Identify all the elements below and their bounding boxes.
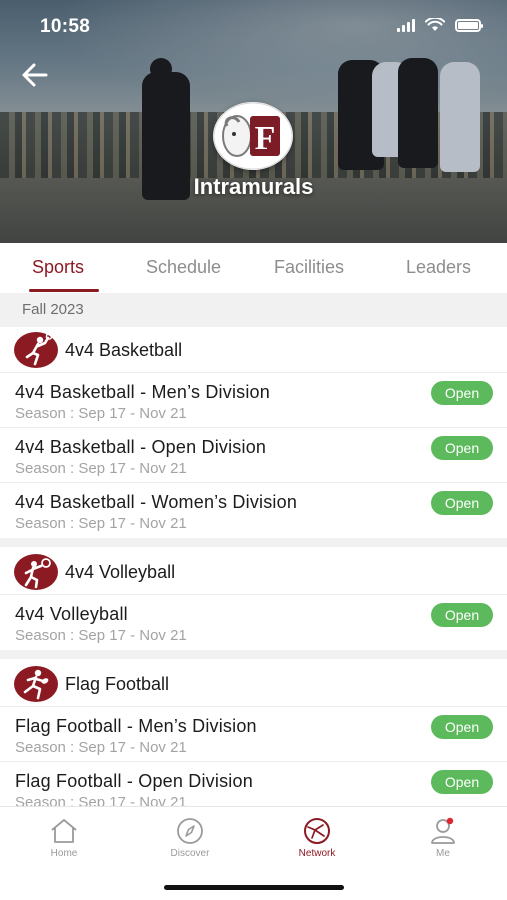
sport-name: Flag Football: [65, 674, 170, 694]
nav-network[interactable]: Network: [267, 817, 367, 859]
season-label: Fall 2023: [22, 301, 84, 318]
status-badge: Open: [431, 381, 493, 405]
league-row[interactable]: 4v4 Basketball - Men’s Division Season :…: [0, 373, 507, 428]
home-icon: [51, 819, 77, 843]
section-divider: [0, 538, 507, 547]
league-row[interactable]: 4v4 Basketball - Open Division Season : …: [0, 428, 507, 483]
basketball-icon: [14, 332, 58, 368]
volleyball-icon: [14, 554, 58, 590]
battery-icon: [455, 18, 483, 32]
league-season: Season : Sep 17 - Nov 21: [15, 515, 187, 532]
nav-label: Discover: [170, 848, 210, 859]
sport-header[interactable]: Flag Football: [0, 661, 507, 707]
league-row[interactable]: Flag Football - Men’s Division Season : …: [0, 707, 507, 762]
active-tab-indicator: [29, 289, 99, 292]
school-logo: F: [213, 102, 293, 170]
status-time: 10:58: [40, 16, 91, 37]
league-title: 4v4 Basketball - Women’s Division: [15, 492, 298, 512]
league-row[interactable]: 4v4 Basketball - Women’s Division Season…: [0, 483, 507, 538]
status-icons: [397, 18, 483, 32]
home-indicator: [164, 885, 344, 890]
signal-icon: [397, 18, 415, 32]
league-season: Season : Sep 17 - Nov 21: [15, 460, 187, 477]
tab-sports[interactable]: Sports: [32, 257, 84, 278]
nav-label: Network: [298, 848, 336, 859]
notification-badge: [446, 817, 454, 825]
sport-name: 4v4 Volleyball: [65, 562, 176, 582]
ram-logo-icon: F: [213, 102, 293, 170]
league-season: Season : Sep 17 - Nov 21: [15, 627, 187, 644]
sport-section-flag-football: Flag Football Flag Football - Men’s Divi…: [0, 661, 507, 817]
tab-facilities[interactable]: Facilities: [274, 257, 344, 278]
sport-section-volleyball: 4v4 Volleyball 4v4 Volleyball Season : S…: [0, 549, 507, 650]
season-header: Fall 2023: [0, 293, 507, 327]
logo-letter: F: [255, 120, 276, 157]
tab-leaders[interactable]: Leaders: [406, 257, 471, 278]
section-divider: [0, 650, 507, 659]
league-title: 4v4 Basketball - Open Division: [15, 437, 267, 457]
tab-schedule[interactable]: Schedule: [146, 257, 221, 278]
sport-name: 4v4 Basketball: [65, 340, 183, 360]
tab-bar: Sports Schedule Facilities Leaders: [0, 243, 507, 293]
nav-me[interactable]: Me: [393, 817, 493, 859]
league-season: Season : Sep 17 - Nov 21: [15, 739, 187, 756]
sport-header[interactable]: 4v4 Volleyball: [0, 549, 507, 595]
compass-icon: [177, 818, 203, 844]
league-row[interactable]: 4v4 Volleyball Season : Sep 17 - Nov 21 …: [0, 595, 507, 650]
sport-header[interactable]: 4v4 Basketball: [0, 327, 507, 373]
network-icon: [304, 818, 330, 844]
league-title: Flag Football - Men’s Division: [15, 716, 257, 736]
status-badge: Open: [431, 491, 493, 515]
sport-section-basketball: 4v4 Basketball 4v4 Basketball - Men’s Di…: [0, 327, 507, 538]
status-badge: Open: [431, 770, 493, 794]
hero-banner: 10:58 F Intramurals: [0, 0, 507, 243]
person-icon: [431, 817, 455, 844]
status-badge: Open: [431, 715, 493, 739]
league-title: Flag Football - Open Division: [15, 771, 253, 791]
league-title: 4v4 Basketball - Men’s Division: [15, 382, 270, 402]
status-badge: Open: [431, 603, 493, 627]
nav-discover[interactable]: Discover: [140, 817, 240, 859]
football-icon: [14, 666, 58, 702]
back-arrow-icon[interactable]: [18, 58, 52, 92]
league-title: 4v4 Volleyball: [15, 604, 128, 624]
status-badge: Open: [431, 436, 493, 460]
league-season: Season : Sep 17 - Nov 21: [15, 405, 187, 422]
nav-home[interactable]: Home: [14, 817, 114, 859]
nav-label: Home: [50, 848, 78, 859]
wifi-icon: [425, 18, 445, 31]
page-title: Intramurals: [193, 174, 314, 199]
nav-label: Me: [436, 848, 450, 859]
